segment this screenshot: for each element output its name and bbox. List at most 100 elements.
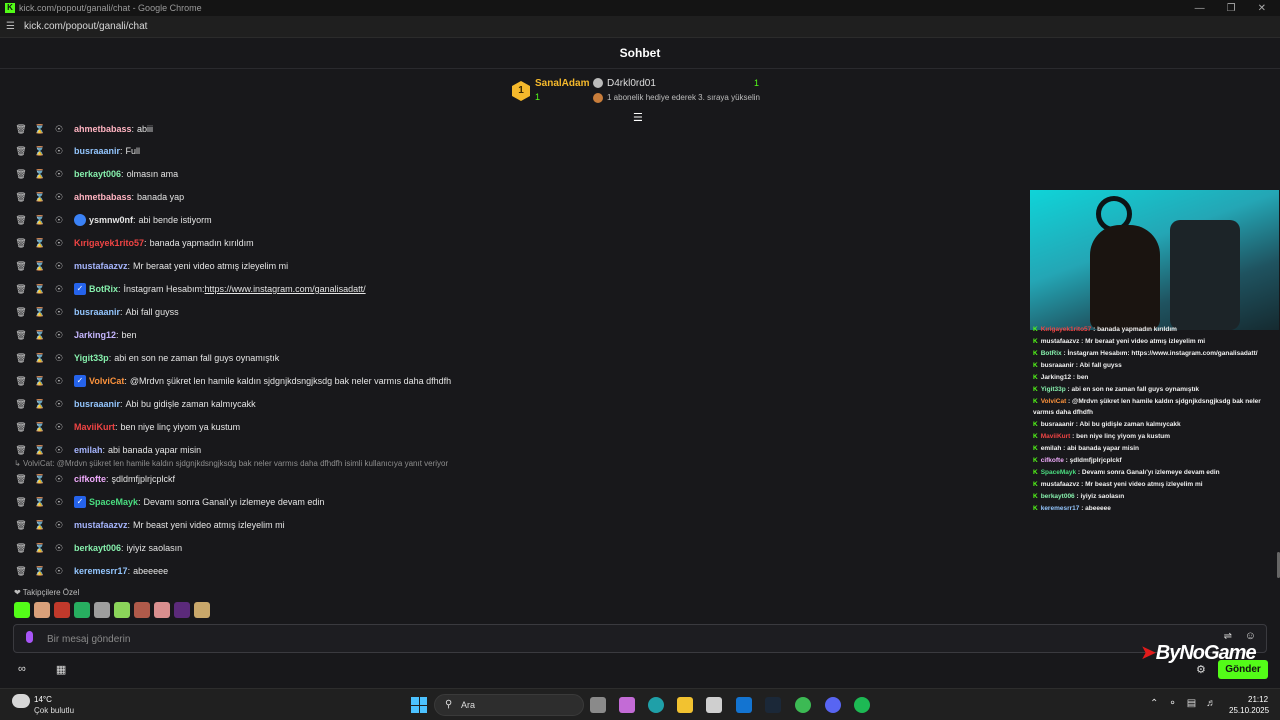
discord-icon[interactable]	[825, 697, 841, 713]
site-info-icon[interactable]: ☰	[6, 21, 18, 32]
delete-icon[interactable]: 🗑	[14, 474, 28, 485]
delete-icon[interactable]: 🗑	[14, 238, 28, 249]
timeout-icon[interactable]: ⌛	[33, 146, 47, 157]
second-username[interactable]: D4rkl0rd01	[607, 78, 656, 89]
chat-username[interactable]: ysmnw0nf	[89, 215, 133, 225]
timeout-icon[interactable]: ⌛	[33, 353, 47, 364]
chat-message[interactable]: 🗑 ⌛ ☉ Kırigayek1rito57: banada yapmadın kırı…	[14, 234, 253, 252]
clock-time[interactable]: 21:12	[1248, 695, 1268, 704]
shield-icon[interactable]: ☉	[52, 422, 66, 433]
chat-username[interactable]: busraaanir	[74, 399, 120, 409]
delete-icon[interactable]: 🗑	[14, 543, 28, 554]
close-icon[interactable]: ✕	[1258, 3, 1266, 14]
shield-icon[interactable]: ☉	[52, 169, 66, 180]
timeout-icon[interactable]: ⌛	[33, 566, 47, 577]
delete-icon[interactable]: 🗑	[14, 169, 28, 180]
steam-icon[interactable]	[765, 697, 781, 713]
chat-username[interactable]: mustafaazvz	[74, 520, 128, 530]
send-button[interactable]: Gönder	[1218, 660, 1268, 679]
rewards-icon[interactable]: ∞	[18, 663, 26, 676]
chat-username[interactable]: MaviiKurt	[74, 422, 115, 432]
shield-icon[interactable]: ☉	[52, 520, 66, 531]
delete-icon[interactable]: 🗑	[14, 192, 28, 203]
microphone-icon[interactable]: ⚬	[1168, 698, 1176, 709]
emote-icon[interactable]	[94, 602, 110, 618]
emote-icon[interactable]	[174, 602, 190, 618]
timeout-icon[interactable]: ⌛	[33, 520, 47, 531]
timeout-icon[interactable]: ⌛	[33, 497, 47, 508]
timeout-icon[interactable]: ⌛	[33, 284, 47, 295]
chat-message[interactable]: 🗑 ⌛ ☉ ahmetbabass: abiii	[14, 120, 153, 138]
chat-username[interactable]: mustafaazvz	[74, 261, 128, 271]
cloud-icon[interactable]	[12, 694, 30, 708]
settings-icon[interactable]: ⚙	[1196, 663, 1206, 676]
chat-message[interactable]: 🗑 ⌛ ☉ MaviiKurt: ben niye linç yiyom ya kust…	[14, 418, 240, 436]
shield-icon[interactable]: ☉	[52, 238, 66, 249]
chat-message[interactable]: 🗑 ⌛ ☉ ✓ SpaceMayk: Devamı sonra Ganalı'yı izl…	[14, 493, 324, 511]
message-input[interactable]	[47, 629, 1197, 649]
chat-message[interactable]: 🗑 ⌛ ☉ ahmetbabass: banada yap	[14, 188, 184, 206]
shield-icon[interactable]: ☉	[52, 566, 66, 577]
shield-icon[interactable]: ☉	[52, 376, 66, 387]
chat-message[interactable]: 🗑 ⌛ ☉ Jarking12: ben	[14, 326, 136, 344]
chat-message[interactable]: 🗑 ⌛ ☉ cifkofte: şdldmfjplrjcplckf	[14, 470, 175, 488]
timeout-icon[interactable]: ⌛	[33, 376, 47, 387]
timeout-icon[interactable]: ⌛	[33, 238, 47, 249]
timeout-icon[interactable]: ⌛	[33, 422, 47, 433]
chat-username[interactable]: emilah	[74, 445, 103, 455]
chat-message[interactable]: 🗑 ⌛ ☉ mustafaazvz: Mr beast yeni video atmış…	[14, 516, 284, 534]
chat-message[interactable]: 🗑 ⌛ ☉ ✓ VolviCat: @Mrdvn şükret len hamile ka…	[14, 372, 451, 390]
delete-icon[interactable]: 🗑	[14, 284, 28, 295]
shield-icon[interactable]: ☉	[52, 284, 66, 295]
chat-message[interactable]: 🗑 ⌛ ☉ mustafaazvz: Mr beraat yeni video atmı…	[14, 257, 288, 275]
chat-message[interactable]: 🗑 ⌛ ☉ emilah: abi banada yapar misin	[14, 441, 201, 459]
timeout-icon[interactable]: ⌛	[33, 543, 47, 554]
chat-username[interactable]: ahmetbabass	[74, 192, 132, 202]
start-icon[interactable]	[411, 697, 427, 713]
delete-icon[interactable]: 🗑	[14, 399, 28, 410]
taskbar-search[interactable]: ⚲ Ara	[434, 694, 584, 716]
shield-icon[interactable]: ☉	[52, 445, 66, 456]
restore-icon[interactable]: ❐	[1227, 3, 1236, 14]
chat-username[interactable]: Yigit33p	[74, 353, 109, 363]
emote-icon[interactable]	[154, 602, 170, 618]
timeout-icon[interactable]: ⌛	[33, 445, 47, 456]
store-app-icon[interactable]	[706, 697, 722, 713]
timeout-icon[interactable]: ⌛	[33, 261, 47, 272]
chat-message[interactable]: 🗑 ⌛ ☉ ysmnw0nf: abi bende istiyorm	[14, 211, 212, 229]
emote-icon[interactable]	[194, 602, 210, 618]
delete-icon[interactable]: 🗑	[14, 520, 28, 531]
chat-message[interactable]: 🗑 ⌛ ☉ Yigit33p: abi en son ne zaman fall guy…	[14, 349, 279, 367]
chrome-icon[interactable]	[795, 697, 811, 713]
task-view-icon[interactable]	[590, 697, 606, 713]
timeout-icon[interactable]: ⌛	[33, 307, 47, 318]
shield-icon[interactable]: ☉	[52, 192, 66, 203]
shield-icon[interactable]: ☉	[52, 124, 66, 135]
address-bar[interactable]: ☰ kick.com/popout/ganali/chat	[0, 16, 1280, 38]
emote-icon[interactable]	[14, 602, 30, 618]
timeout-icon[interactable]: ⌛	[33, 192, 47, 203]
chat-username[interactable]: berkayt006	[74, 169, 121, 179]
shield-icon[interactable]: ☉	[52, 330, 66, 341]
delete-icon[interactable]: 🗑	[14, 422, 28, 433]
weather-description[interactable]: Çok bulutlu	[34, 706, 74, 715]
delete-icon[interactable]: 🗑	[14, 497, 28, 508]
timeout-icon[interactable]: ⌛	[33, 330, 47, 341]
chat-message[interactable]: 🗑 ⌛ ☉ busraaanir: Abi bu gidişle zaman kalmı…	[14, 395, 255, 413]
chat-input-box[interactable]: ⇌ ☺	[13, 624, 1267, 653]
shield-icon[interactable]: ☉	[52, 353, 66, 364]
chat-username[interactable]: keremesrr17	[74, 566, 128, 576]
timeout-icon[interactable]: ⌛	[33, 399, 47, 410]
url-text[interactable]: kick.com/popout/ganali/chat	[24, 21, 147, 32]
mic-icon[interactable]	[26, 631, 33, 643]
chat-username[interactable]: BotRix	[89, 284, 118, 294]
delete-icon[interactable]: 🗑	[14, 376, 28, 387]
delete-icon[interactable]: 🗑	[14, 445, 28, 456]
shield-icon[interactable]: ☉	[52, 146, 66, 157]
file-explorer-icon[interactable]	[677, 697, 693, 713]
chat-username[interactable]: VolviCat	[89, 376, 124, 386]
chat-username[interactable]: cifkofte	[74, 474, 106, 484]
shield-icon[interactable]: ☉	[52, 307, 66, 318]
delete-icon[interactable]: 🗑	[14, 566, 28, 577]
chat-message[interactable]: 🗑 ⌛ ☉ ✓ BotRix: İnstagram Hesabım: https://ww…	[14, 280, 366, 298]
